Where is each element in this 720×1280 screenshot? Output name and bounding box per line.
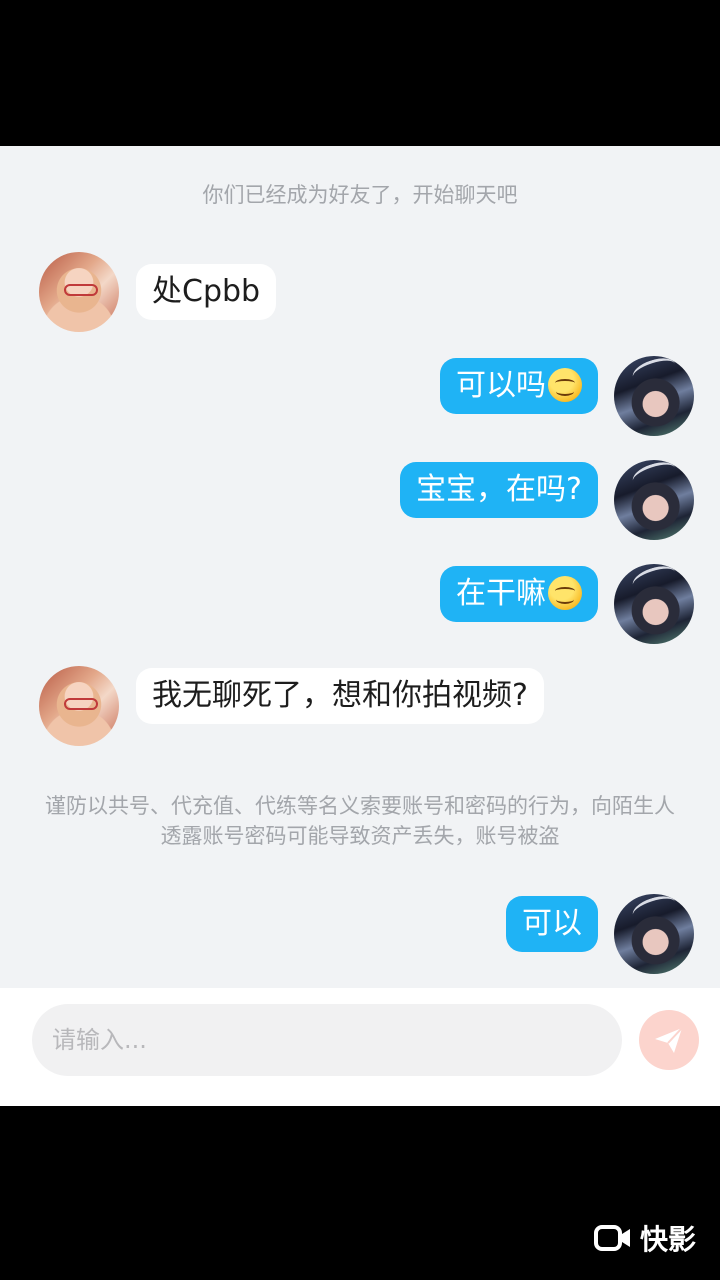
my-avatar[interactable] xyxy=(614,564,694,644)
message-text: 可以吗 xyxy=(456,368,546,403)
my-avatar[interactable] xyxy=(614,460,694,540)
friend-avatar[interactable] xyxy=(39,666,119,746)
message-input[interactable] xyxy=(32,1004,622,1076)
message-bubble[interactable]: 可以 xyxy=(506,896,598,952)
watermark-text: 快影 xyxy=(639,1223,696,1256)
my-avatar[interactable] xyxy=(614,894,694,974)
send-plane-icon xyxy=(655,1027,683,1053)
message-text: 我无聊死了，想和你拍视频? xyxy=(152,678,528,713)
message-bubble[interactable]: 在干嘛 xyxy=(440,566,598,622)
message-text: 宝宝，在吗? xyxy=(416,472,582,507)
smiling-face-emoji-icon xyxy=(548,575,582,610)
message-bubble[interactable]: 我无聊死了，想和你拍视频? xyxy=(136,668,544,724)
message-text: 可以 xyxy=(522,906,582,941)
friend-added-notice: 你们已经成为好友了，开始聊天吧 xyxy=(202,183,518,207)
bottom-letterbox: 快影 xyxy=(0,1106,720,1280)
kuaiying-watermark: 快影 xyxy=(593,1218,696,1258)
my-avatar[interactable] xyxy=(614,356,694,436)
input-panel xyxy=(0,988,720,1106)
message-text: 处Cpbb xyxy=(152,274,261,309)
top-letterbox xyxy=(0,0,720,146)
video-camera-icon xyxy=(593,1225,630,1251)
send-button[interactable] xyxy=(639,1010,699,1070)
message-bubble[interactable]: 宝宝，在吗? xyxy=(400,462,598,518)
message-bubble[interactable]: 可以吗 xyxy=(440,358,598,414)
message-text: 在干嘛 xyxy=(456,576,546,611)
message-bubble[interactable]: 处Cpbb xyxy=(136,264,277,320)
friend-avatar[interactable] xyxy=(39,252,119,332)
security-warning: 谨防以共号、代充值、代练等名义索要账号和密码的行为，向陌生人透露账号密码可能导致… xyxy=(45,794,675,848)
chat-area[interactable]: 你们已经成为好友了，开始聊天吧 处Cpbb 可以吗 宝宝，在吗? 在干嘛 我无聊… xyxy=(0,146,720,988)
smiling-face-emoji-icon xyxy=(548,367,582,402)
